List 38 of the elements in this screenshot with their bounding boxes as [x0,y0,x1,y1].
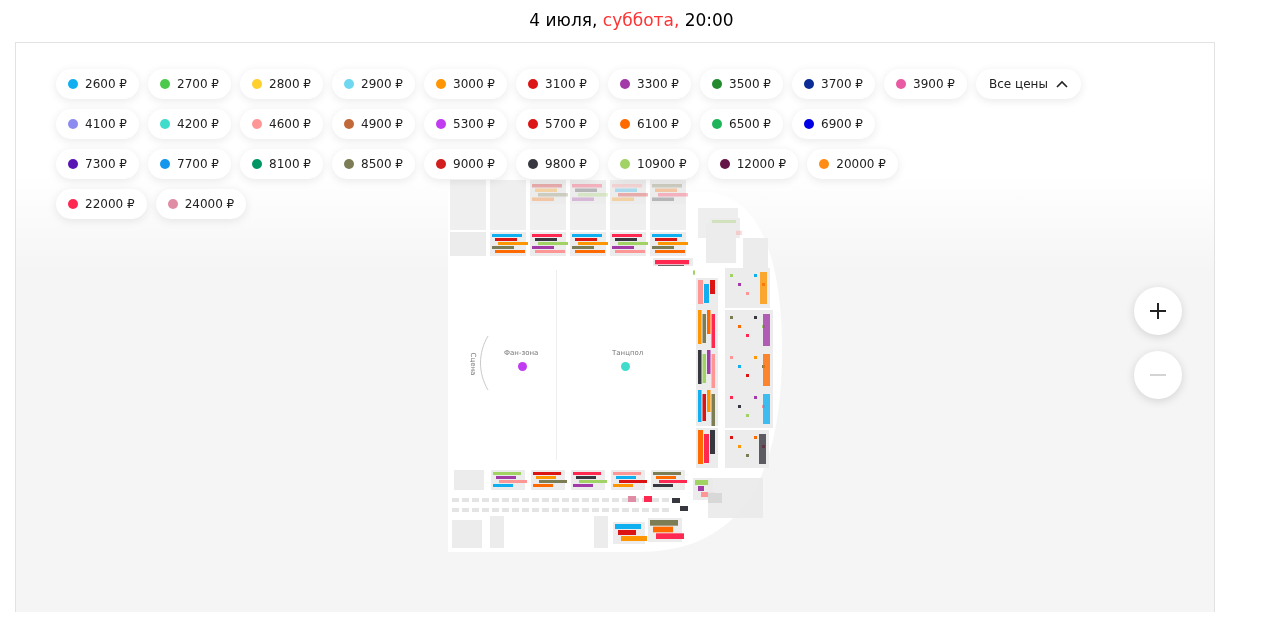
event-date: 4 июля, суббота, 20:00 [529,10,734,30]
price-filter-chip[interactable]: 3100 ₽ [516,69,599,99]
price-filter-chip[interactable]: 2800 ₽ [240,69,323,99]
price-filter-chip[interactable]: 3500 ₽ [700,69,783,99]
price-filter-chip[interactable]: 3700 ₽ [792,69,875,99]
price-filter-chip[interactable]: 12000 ₽ [707,149,799,179]
price-filter-chip[interactable]: 2700 ₽ [148,69,231,99]
price-filter-chip[interactable]: 7700 ₽ [148,149,231,179]
price-filter-chip[interactable]: 7300 ₽ [56,149,139,179]
price-filter-chip[interactable]: 4600 ₽ [240,109,323,139]
price-filter-chip[interactable]: 6500 ₽ [700,109,783,139]
zone-dot[interactable] [621,362,630,371]
minus-icon [1150,374,1166,376]
plus-icon [1150,303,1166,319]
price-filter-chip[interactable]: 3000 ₽ [424,69,507,99]
chevron-icon [1055,80,1068,88]
price-filter-chip[interactable]: 10900 ₽ [608,149,699,179]
price-filter-chip[interactable]: 2600 ₽ [56,69,139,99]
price-filter-chip[interactable]: 5700 ₽ [516,109,599,139]
price-filter-chip[interactable]: 9000 ₽ [424,149,507,179]
price-filter-chip[interactable]: 24000 ₽ [155,189,247,219]
price-filter-chip[interactable]: 5300 ₽ [424,109,507,139]
price-filter-chip[interactable]: 6100 ₽ [608,109,691,139]
price-filter-chip[interactable]: 20000 ₽ [807,149,898,179]
price-filter-chip[interactable]: 4900 ₽ [332,109,415,139]
price-filter-chip[interactable]: 3300 ₽ [608,69,691,99]
price-filter-chip[interactable]: 8100 ₽ [240,149,323,179]
zone-dot[interactable] [518,362,527,371]
all-prices-toggle[interactable]: Все цены [976,69,1081,99]
price-filter-chip[interactable]: 22000 ₽ [56,189,147,219]
price-filter-chip[interactable]: 8500 ₽ [332,149,415,179]
price-filter-chip[interactable]: 4200 ₽ [148,109,231,139]
price-filter-chip[interactable]: 6900 ₽ [792,109,875,139]
price-filter-chip[interactable]: 3900 ₽ [884,69,967,99]
price-filter-chip[interactable]: 9800 ₽ [516,149,599,179]
zoom-in-button[interactable] [1134,287,1182,335]
price-filter-chip[interactable]: 2900 ₽ [332,69,415,99]
price-filter-chip[interactable]: 4100 ₽ [56,109,139,139]
